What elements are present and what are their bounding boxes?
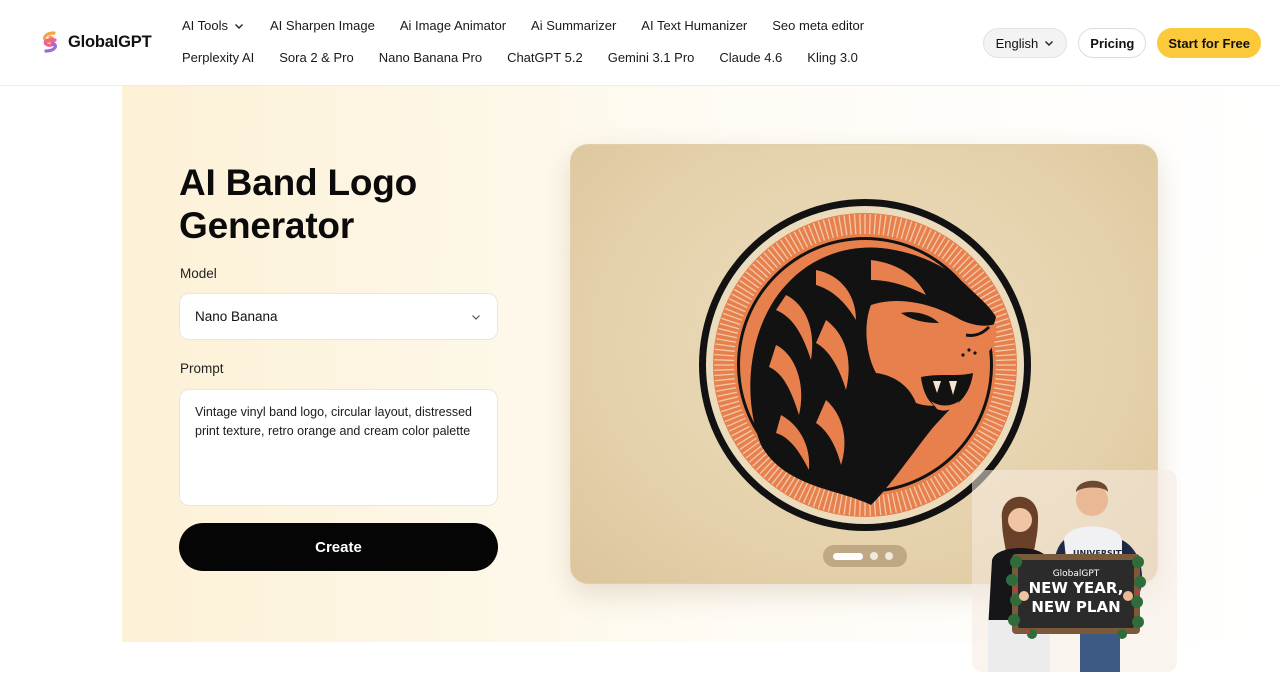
language-label: English	[995, 35, 1039, 51]
site-header: GlobalGPT AI Tools AI Sharpen Image Ai I…	[0, 0, 1280, 86]
prompt-label: Prompt	[180, 361, 224, 376]
nav-gemini-3-1-pro-label: Gemini 3.1 Pro	[607, 50, 695, 65]
promo-people-image: UNIVERSITY GlobalGPT NEW YEAR, NEW PLAN	[972, 470, 1177, 672]
nav-ai-image-animator-label: Ai Image Animator	[399, 18, 507, 33]
nav-ai-summarizer[interactable]: Ai Summarizer	[531, 18, 616, 33]
nav-gemini-3-1-pro[interactable]: Gemini 3.1 Pro	[608, 50, 695, 65]
brand-name: GlobalGPT	[68, 32, 152, 51]
model-select[interactable]: Nano Banana	[179, 293, 498, 340]
carousel-indicator	[823, 545, 907, 567]
nav-ai-tools-label: AI Tools	[182, 18, 229, 33]
nav-sora-2-pro[interactable]: Sora 2 & Pro	[279, 50, 353, 65]
sign-line2: NEW PLAN	[1031, 598, 1120, 616]
language-selector[interactable]: English	[982, 28, 1068, 58]
pricing-button[interactable]: Pricing	[1078, 28, 1147, 58]
nav-seo-meta-editor-label: Seo meta editor	[772, 18, 865, 33]
nav-perplexity-ai[interactable]: Perplexity AI	[182, 50, 254, 65]
sign-line1: NEW YEAR,	[1029, 579, 1124, 597]
nav-chatgpt-5-2[interactable]: ChatGPT 5.2	[507, 50, 583, 65]
header-actions: English Pricing Start for Free	[982, 28, 1261, 58]
sign-brand: GlobalGPT	[1053, 569, 1100, 579]
chevron-down-icon	[235, 23, 244, 29]
chevron-down-icon	[1045, 41, 1054, 46]
nav-claude-4-6-label: Claude 4.6	[719, 50, 783, 65]
nav-claude-4-6[interactable]: Claude 4.6	[719, 50, 782, 65]
model-select-value: Nano Banana	[195, 309, 278, 324]
brand-logo[interactable]: GlobalGPT	[38, 30, 152, 54]
carousel-dot-active[interactable]	[833, 552, 863, 560]
nav-ai-summarizer-label: Ai Summarizer	[531, 18, 617, 33]
nav-perplexity-ai-label: Perplexity AI	[182, 50, 255, 65]
nav-primary: AI Tools AI Sharpen Image Ai Image Anima…	[182, 18, 864, 33]
nav-nano-banana-pro-label: Nano Banana Pro	[378, 50, 483, 65]
nav-ai-image-animator[interactable]: Ai Image Animator	[400, 18, 506, 33]
nav-nano-banana-pro[interactable]: Nano Banana Pro	[379, 50, 482, 65]
nav-ai-sharpen-image[interactable]: AI Sharpen Image	[270, 18, 375, 33]
new-year-promo[interactable]: UNIVERSITY GlobalGPT NEW YEAR, NEW PLAN	[972, 470, 1177, 672]
nav-sora-2-pro-label: Sora 2 & Pro	[279, 50, 354, 65]
globalgpt-swirl-icon	[43, 31, 57, 53]
create-button[interactable]: Create	[179, 523, 498, 571]
page-title: AI Band Logo Generator	[179, 162, 418, 246]
nav-kling-3-0-label: Kling 3.0	[807, 50, 858, 65]
nav-ai-sharpen-image-label: AI Sharpen Image	[270, 18, 375, 33]
start-for-free-button[interactable]: Start for Free	[1157, 28, 1261, 58]
nav-kling-3-0[interactable]: Kling 3.0	[807, 50, 858, 65]
nav-seo-meta-editor[interactable]: Seo meta editor	[772, 18, 864, 33]
nav-ai-text-humanizer-label: AI Text Humanizer	[641, 18, 748, 33]
carousel-dot[interactable]	[870, 552, 878, 560]
prompt-textarea[interactable]: Vintage vinyl band logo, circular layout…	[179, 389, 498, 506]
nav-chatgpt-5-2-label: ChatGPT 5.2	[507, 50, 583, 65]
nav-ai-tools[interactable]: AI Tools	[182, 18, 244, 33]
nav-secondary: Perplexity AI Sora 2 & Pro Nano Banana P…	[182, 50, 858, 65]
carousel-dot[interactable]	[885, 552, 893, 560]
nav-ai-text-humanizer[interactable]: AI Text Humanizer	[641, 18, 747, 33]
chevron-down-icon	[472, 314, 480, 320]
model-label: Model	[180, 266, 217, 281]
